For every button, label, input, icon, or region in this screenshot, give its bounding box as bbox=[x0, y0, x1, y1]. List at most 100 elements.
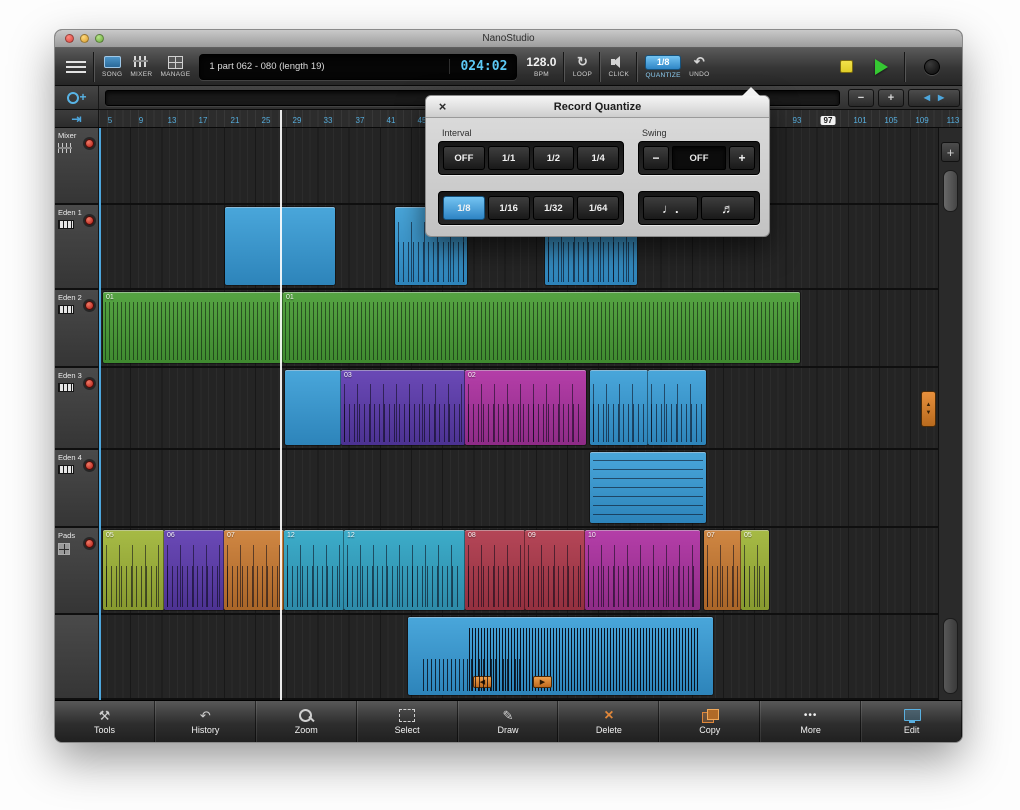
click-button[interactable]: CLICK bbox=[604, 50, 633, 84]
track-lane[interactable]: ◀ ▶ bbox=[99, 615, 962, 698]
bottom-zoom-button[interactable]: Zoom bbox=[255, 701, 357, 742]
add-button[interactable]: + bbox=[941, 142, 960, 162]
zoom-icon bbox=[295, 708, 317, 723]
record-arm-button[interactable] bbox=[85, 379, 94, 388]
clip-05[interactable]: 05 bbox=[741, 530, 769, 610]
stop-button[interactable] bbox=[831, 60, 861, 73]
track-header[interactable]: Eden 4 bbox=[55, 450, 99, 526]
swing-minus-button[interactable]: − bbox=[643, 146, 669, 170]
quantize-1/2-button[interactable]: 1/2 bbox=[532, 146, 575, 170]
clip-10[interactable]: 10 bbox=[585, 530, 700, 610]
clip-02[interactable]: 02 bbox=[465, 370, 586, 445]
bottom-copy-button[interactable]: Copy bbox=[659, 701, 761, 742]
bottom-history-button[interactable]: History bbox=[154, 701, 256, 742]
clip-09[interactable]: 09 bbox=[525, 530, 585, 610]
song-button[interactable]: SONG bbox=[98, 50, 126, 84]
bpm-display[interactable]: 128.0 BPM bbox=[522, 50, 560, 84]
play-icon bbox=[874, 58, 888, 75]
time-display: 024:02 bbox=[449, 59, 507, 74]
ruler-tick-9: 9 bbox=[138, 116, 144, 125]
bottom-more-button[interactable]: More bbox=[760, 701, 862, 742]
zoom-out-button[interactable]: − bbox=[848, 88, 874, 107]
scroll-arrows-button[interactable]: ◀ ▶ bbox=[908, 88, 960, 107]
track-lane[interactable] bbox=[99, 450, 962, 526]
bottom-delete-button[interactable]: Delete bbox=[558, 701, 660, 742]
swing-plus-button[interactable]: + bbox=[729, 146, 755, 170]
clip-12[interactable]: 12 bbox=[344, 530, 465, 610]
clip[interactable] bbox=[285, 370, 341, 445]
clip-08[interactable]: 08 bbox=[465, 530, 525, 610]
menu-button[interactable] bbox=[62, 50, 90, 84]
loop-button[interactable]: LOOP bbox=[568, 50, 596, 84]
track-lane[interactable]: 03 02 bbox=[99, 368, 962, 448]
titlebar[interactable]: NanoStudio bbox=[55, 30, 962, 48]
record-arm-button[interactable] bbox=[85, 461, 94, 470]
lcd-display: 1 part 062 - 080 (length 19) 024:02 bbox=[199, 53, 518, 80]
quantize-button[interactable]: 1/8 QUANTIZE bbox=[641, 50, 685, 84]
record-button[interactable] bbox=[909, 58, 955, 75]
zoom-in-button[interactable]: + bbox=[878, 88, 904, 107]
minimize-window-button[interactable] bbox=[80, 34, 89, 43]
clip-01[interactable]: 01 bbox=[103, 292, 283, 363]
undo-button[interactable]: UNDO bbox=[685, 50, 713, 84]
quantize-1/64-button[interactable]: 1/64 bbox=[577, 196, 619, 220]
clip[interactable] bbox=[590, 370, 648, 445]
ruler-tick-17: 17 bbox=[198, 116, 208, 125]
track-header[interactable]: Eden 2 bbox=[55, 290, 99, 366]
track-header[interactable]: Pads bbox=[55, 528, 99, 613]
interval-label: Interval bbox=[442, 128, 472, 138]
ruler-tick-37: 37 bbox=[355, 116, 365, 125]
clip-03[interactable]: 03 bbox=[341, 370, 465, 445]
quantize-1/1-button[interactable]: 1/1 bbox=[487, 146, 530, 170]
scroll-left-icon[interactable]: ◀ bbox=[924, 93, 930, 102]
manage-button[interactable]: MANAGE bbox=[156, 50, 194, 84]
clip-07[interactable]: 07 bbox=[704, 530, 741, 610]
clip-05[interactable]: 05 bbox=[103, 530, 164, 610]
track-header[interactable] bbox=[55, 615, 99, 698]
ruler-corner-button[interactable]: ⇥ bbox=[55, 110, 99, 127]
bottom-tools-button[interactable]: Tools bbox=[55, 701, 155, 742]
track-header[interactable]: Mixer bbox=[55, 128, 99, 203]
track-lane[interactable]: 01 01 bbox=[99, 290, 962, 366]
bottom-edit-button[interactable]: Edit bbox=[861, 701, 962, 742]
clip-12[interactable]: 12 bbox=[284, 530, 344, 610]
record-arm-button[interactable] bbox=[85, 139, 94, 148]
mixer-button[interactable]: MIXER bbox=[126, 50, 156, 84]
track-header[interactable]: Eden 1 bbox=[55, 205, 99, 288]
scroll-right-icon[interactable]: ▶ bbox=[938, 93, 944, 102]
vertical-scrollbar[interactable]: + bbox=[938, 128, 962, 700]
track-header[interactable]: Eden 3 bbox=[55, 368, 99, 448]
interval-row2: 1/8 1/16 1/32 1/64 bbox=[438, 191, 624, 225]
bottom-select-button[interactable]: Select bbox=[356, 701, 458, 742]
zoom-window-button[interactable] bbox=[95, 34, 104, 43]
clip[interactable] bbox=[648, 370, 706, 445]
clip-01[interactable]: 01 bbox=[283, 292, 800, 363]
marker-right-icon[interactable]: ▶ bbox=[533, 676, 552, 688]
close-popup-button[interactable]: × bbox=[435, 99, 450, 114]
quantize-1/16-button[interactable]: 1/16 bbox=[487, 196, 530, 220]
clip[interactable]: ◀ ▶ bbox=[408, 617, 713, 695]
track-lane[interactable]: 05 06 07 12 12 08 09 10 07 05 bbox=[99, 528, 962, 613]
dotted-note-button[interactable]: ♩. bbox=[643, 196, 698, 220]
zoom-pan-tool-button[interactable] bbox=[55, 86, 99, 109]
quantize-off-button[interactable]: OFF bbox=[443, 146, 485, 170]
clip[interactable] bbox=[590, 452, 706, 523]
clip-07[interactable]: 07 bbox=[224, 530, 284, 610]
quantize-1/8-button[interactable]: 1/8 bbox=[443, 196, 485, 220]
clip-06[interactable]: 06 bbox=[164, 530, 224, 610]
record-arm-button[interactable] bbox=[85, 216, 94, 225]
quantize-1/32-button[interactable]: 1/32 bbox=[532, 196, 575, 220]
quantize-1/4-button[interactable]: 1/4 bbox=[577, 146, 619, 170]
loop-end-handle[interactable]: ▲ ▼ bbox=[921, 391, 936, 427]
record-arm-button[interactable] bbox=[85, 301, 94, 310]
scrollbar-thumb-bottom[interactable] bbox=[943, 618, 958, 694]
quantize-label: QUANTIZE bbox=[645, 71, 681, 79]
close-window-button[interactable] bbox=[65, 34, 74, 43]
record-arm-button[interactable] bbox=[85, 539, 94, 548]
bottom-draw-button[interactable]: Draw bbox=[457, 701, 559, 742]
scrollbar-thumb-top[interactable] bbox=[943, 170, 958, 212]
playhead[interactable] bbox=[280, 110, 282, 700]
marker-left-icon[interactable]: ◀ bbox=[473, 676, 492, 688]
play-button[interactable] bbox=[861, 58, 901, 75]
triplet-note-button[interactable]: ♬ bbox=[700, 196, 755, 220]
